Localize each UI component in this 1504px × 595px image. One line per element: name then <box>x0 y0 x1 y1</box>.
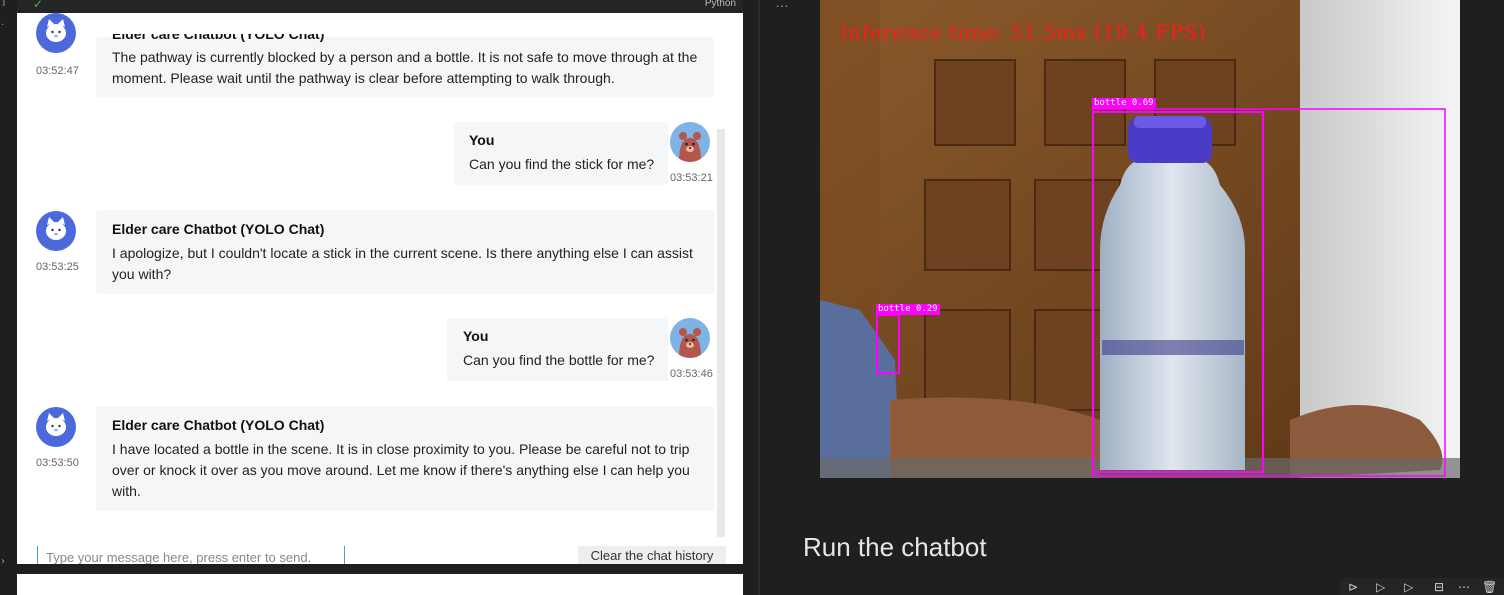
run-below-icon[interactable]: ▷ <box>1404 580 1413 594</box>
language-label[interactable]: Python <box>705 0 736 9</box>
message-text: I apologize, but I couldn't locate a sti… <box>112 245 693 261</box>
scene-illustration <box>820 0 1460 478</box>
bot-avatar <box>36 13 76 53</box>
gutter-dot-icon: · <box>1 20 5 31</box>
user-avatar <box>670 122 710 162</box>
gutter-chevron-icon[interactable]: › <box>1 556 5 567</box>
editor-gutter: ⟧ · › <box>0 0 17 595</box>
message-time: 03:52:47 <box>36 65 79 77</box>
message-text: I have located a bottle in the scene. It… <box>112 441 690 457</box>
run-by-line-icon[interactable]: ⊳ <box>1348 580 1358 594</box>
message-text: you with? <box>112 266 172 282</box>
sender-name: Elder care Chatbot (YOLO Chat) <box>112 221 325 237</box>
bot-avatar <box>36 407 76 447</box>
pane-divider[interactable] <box>758 0 760 595</box>
chat-scrollbar[interactable] <box>717 129 725 537</box>
more-icon[interactable]: ⋯ <box>1458 580 1470 594</box>
message-text: moment. Please wait until the pathway is… <box>112 70 615 86</box>
section-heading: Run the chatbot <box>803 532 987 562</box>
chat-input[interactable] <box>37 546 345 564</box>
detection-image: Inference time: 51.5ms (19.4 FPS) bottle… <box>820 0 1460 478</box>
chat-panel: 03:52:47 Elder care Chatbot (YOLO Chat) … <box>17 13 743 564</box>
sender-name: Elder care Chatbot (YOLO Chat) <box>112 26 325 42</box>
message-time: 03:53:25 <box>36 261 79 273</box>
delete-icon[interactable]: 🗑 <box>1482 580 1497 594</box>
message-time: 03:53:50 <box>36 457 79 469</box>
sender-name: Elder care Chatbot (YOLO Chat) <box>112 417 325 433</box>
detection-label: bottle 0.69 <box>1092 98 1156 109</box>
run-icon[interactable]: ▷ <box>1376 580 1385 594</box>
output-header-bar: Python <box>17 0 743 13</box>
sender-name: You <box>463 328 489 344</box>
message-text: with. <box>112 483 141 499</box>
bot-avatar <box>36 211 76 251</box>
inference-time-text: Inference time: 51.5ms (19.4 FPS) <box>840 20 1207 44</box>
message-text: over or knock it over as you move around… <box>112 462 690 478</box>
sender-name: You <box>469 132 495 148</box>
next-output-area <box>17 574 743 595</box>
message-time: 03:53:21 <box>670 172 713 184</box>
gutter-bracket-icon: ⟧ <box>1 0 6 7</box>
user-avatar <box>670 318 710 358</box>
cell-toolbar: ⊳ ▷ ▷ ⊟ ⋯ 🗑 <box>1340 578 1504 595</box>
clear-history-button[interactable]: Clear the chat history <box>578 546 726 564</box>
more-icon[interactable]: … <box>775 0 789 10</box>
message-text: Can you find the stick for me? <box>469 156 655 172</box>
detection-label: bottle 0.29 <box>876 304 940 315</box>
split-icon[interactable]: ⊟ <box>1434 580 1444 594</box>
check-icon: ✓ <box>33 0 44 11</box>
message-text: Can you find the bottle for me? <box>463 352 655 368</box>
message-text: The pathway is currently blocked by a pe… <box>112 49 698 65</box>
message-time: 03:53:46 <box>670 368 713 380</box>
